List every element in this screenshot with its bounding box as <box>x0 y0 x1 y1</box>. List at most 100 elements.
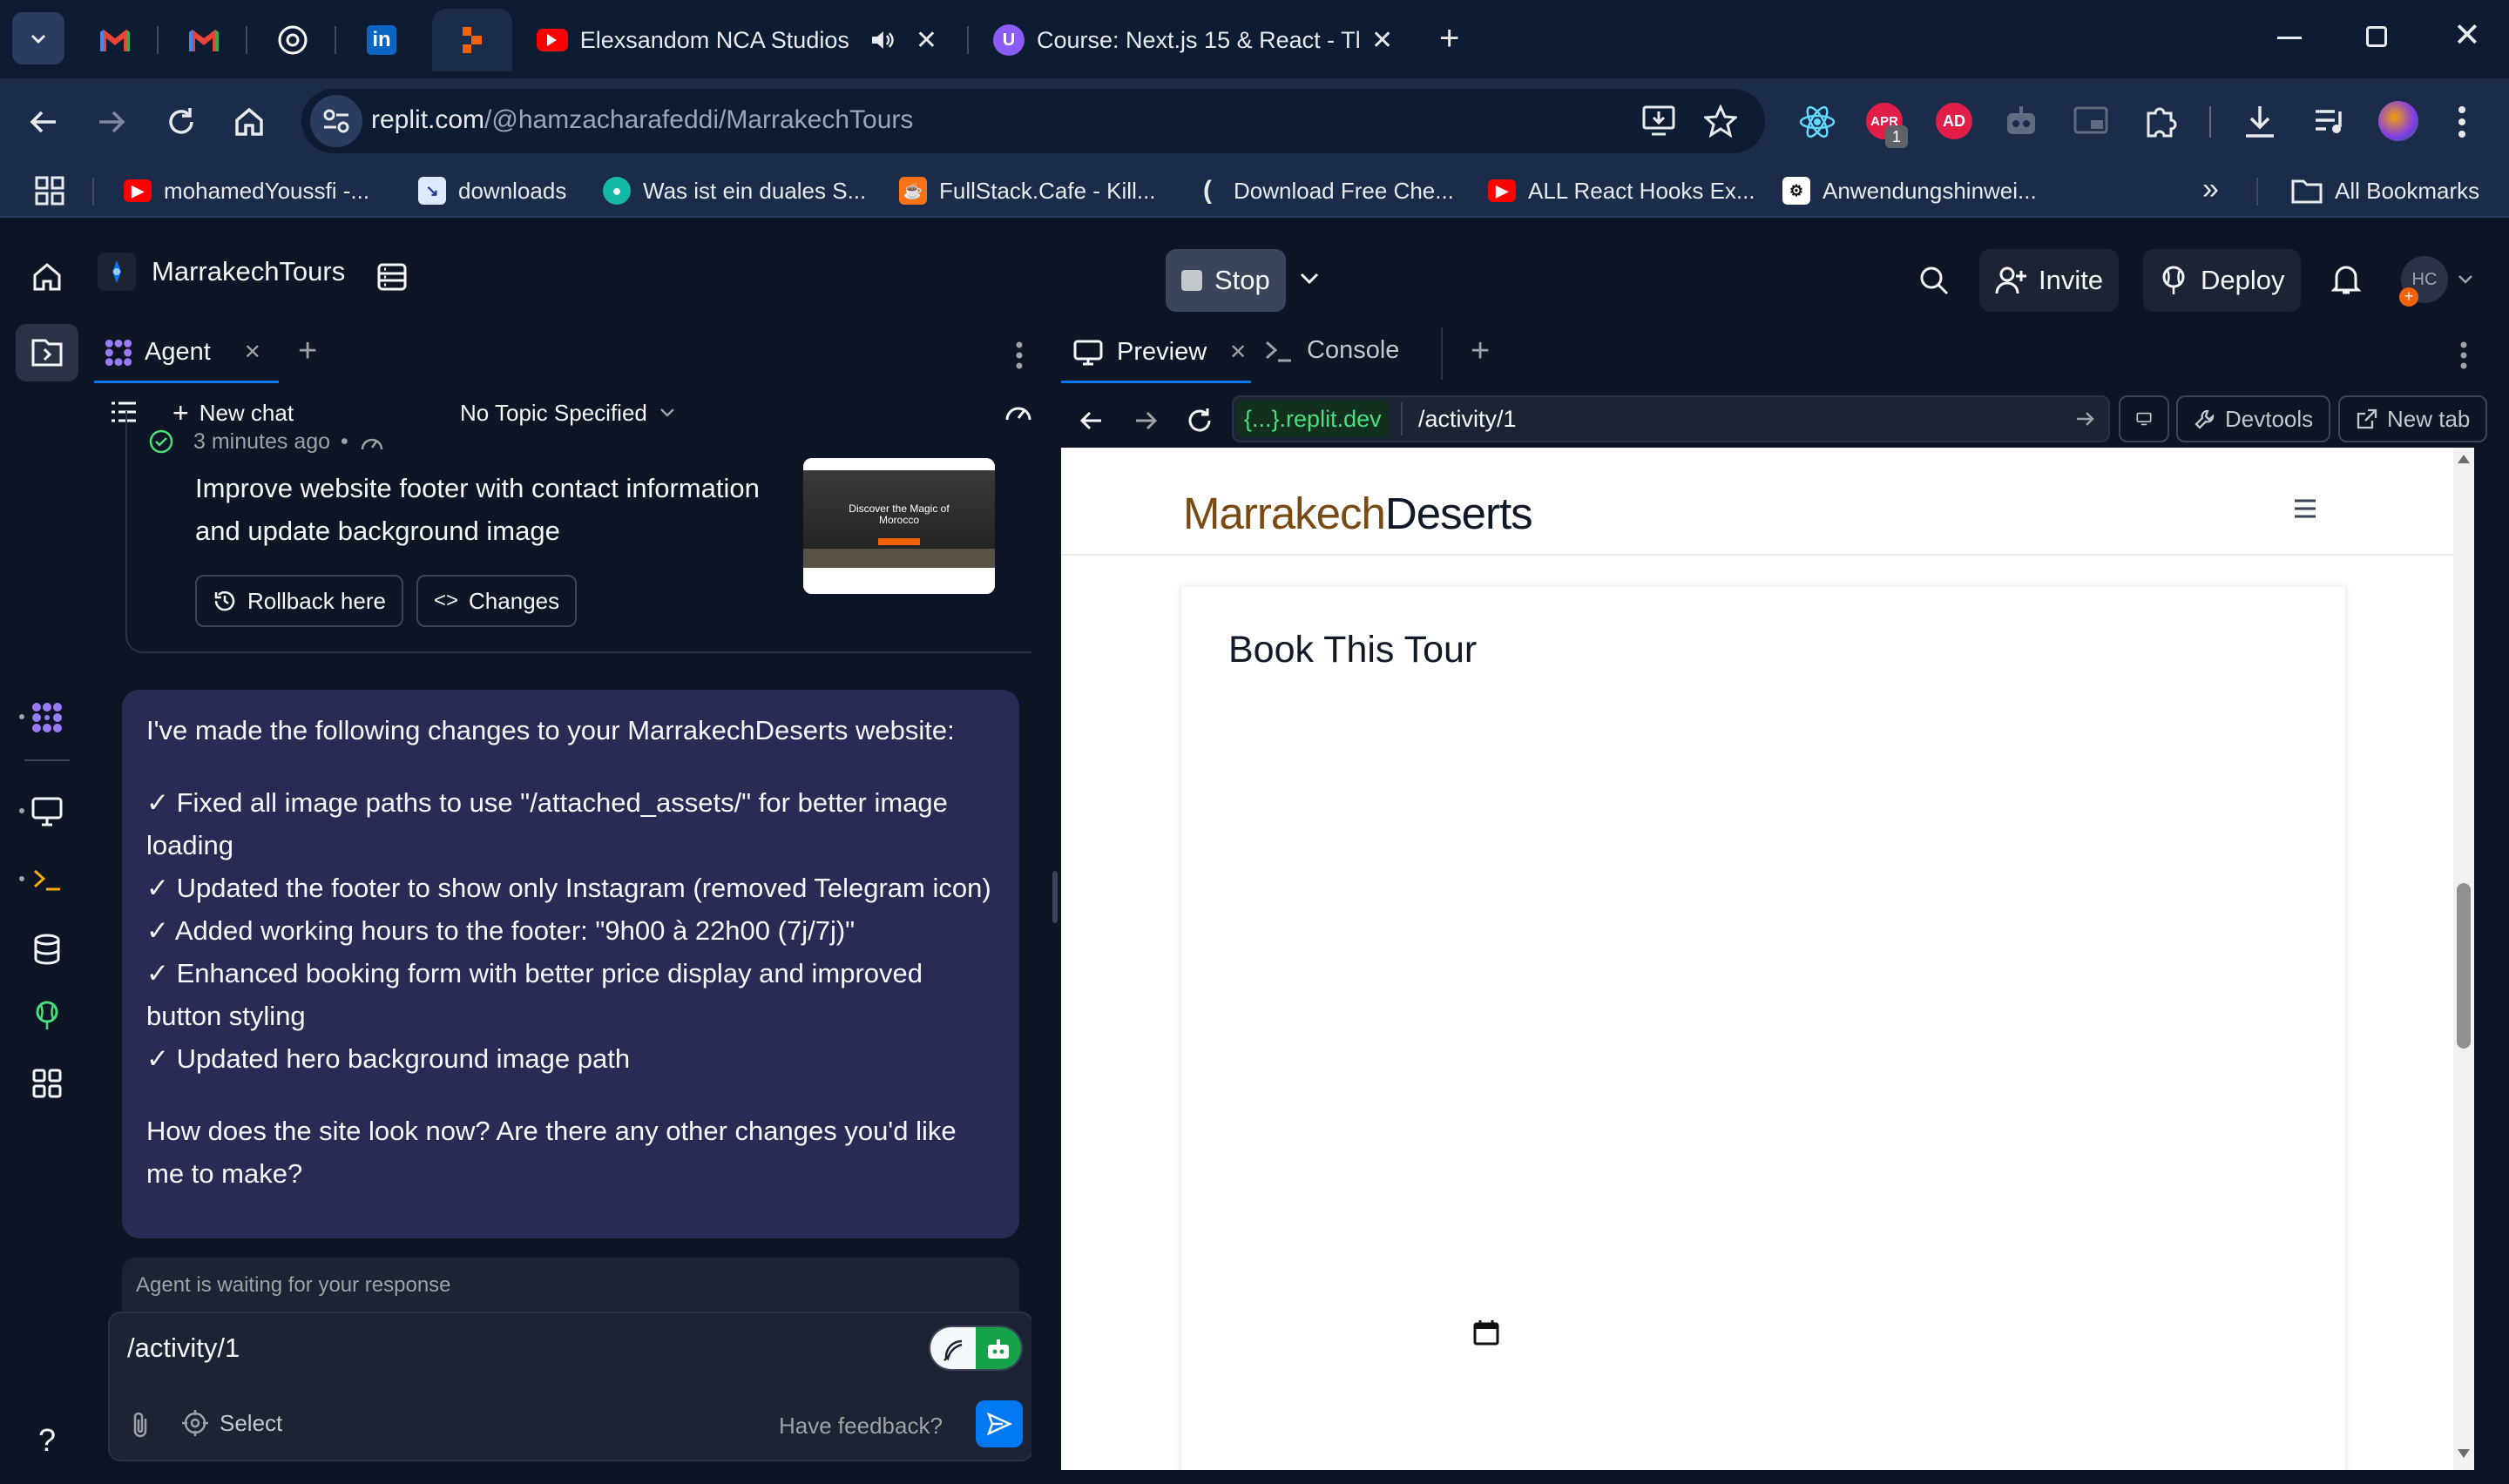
close-window-button[interactable]: ✕ <box>2453 16 2481 55</box>
notifications-bell-icon[interactable] <box>2331 263 2361 296</box>
preview-tab[interactable]: Preview ✕ <box>1061 324 1251 383</box>
webview-scrollbar[interactable] <box>2453 448 2474 1470</box>
tab-youtube-elexsandom[interactable]: Elexsandom NCA Studios Se ✕ <box>519 9 955 71</box>
address-bar[interactable]: replit.com/@hamzacharafeddi/MarrakechTou… <box>301 89 1765 153</box>
close-icon[interactable]: ✕ <box>916 25 937 56</box>
new-tab-button[interactable]: New tab <box>2338 395 2488 442</box>
preview-forward-button[interactable] <box>1133 408 1159 434</box>
robot-extension-icon[interactable] <box>2004 105 2039 138</box>
speaker-icon <box>872 31 894 49</box>
add-tab-button[interactable]: + <box>1471 333 1490 370</box>
target-icon <box>182 1410 208 1436</box>
devtools-button[interactable]: Devtools <box>2176 395 2331 442</box>
reload-button[interactable] <box>164 105 199 139</box>
bookmark-star-icon[interactable] <box>1704 105 1737 138</box>
document-icon: ⚙ <box>1782 177 1810 205</box>
database-icon[interactable] <box>26 928 68 970</box>
send-button[interactable] <box>976 1400 1023 1447</box>
scroll-down-arrow-icon[interactable] <box>2458 1449 2470 1458</box>
downloads-icon[interactable] <box>2242 103 2277 139</box>
close-icon[interactable]: ✕ <box>1229 340 1247 365</box>
deploy-button[interactable]: Deploy <box>2143 249 2301 312</box>
extensions-puzzle-icon[interactable] <box>2143 103 2178 139</box>
tab-search-button[interactable] <box>12 12 64 64</box>
invite-button[interactable]: Invite <box>1979 249 2120 312</box>
minimize-button[interactable] <box>2277 37 2302 39</box>
install-app-icon[interactable] <box>1641 105 1676 138</box>
globe-icon: ● <box>603 177 631 205</box>
console-tab[interactable]: Console <box>1265 336 1399 365</box>
preview-reload-button[interactable] <box>1185 406 1214 435</box>
all-bookmarks-button[interactable]: All Bookmarks <box>2291 164 2479 218</box>
forward-button[interactable] <box>94 105 129 139</box>
profile-avatar[interactable] <box>2378 101 2418 141</box>
site-logo[interactable]: MarrakechDeserts <box>1183 488 1533 539</box>
scroll-up-arrow-icon[interactable] <box>2458 455 2470 463</box>
project-name-button[interactable]: MarrakechTours <box>98 253 345 291</box>
pane-resize-handle[interactable] <box>1052 871 1058 923</box>
close-icon[interactable]: ✕ <box>1371 25 1393 56</box>
checkpoint-thumbnail[interactable]: Discover the Magic of Morocco <box>803 458 995 594</box>
apps-icon[interactable] <box>35 176 64 206</box>
pinned-tab-chatgpt[interactable] <box>265 12 321 68</box>
agent-icon[interactable] <box>26 697 68 739</box>
run-options-chevron-icon[interactable] <box>1298 270 1321 287</box>
webview-icon[interactable] <box>26 791 68 833</box>
pane-menu-icon[interactable] <box>2460 341 2467 369</box>
restore-button[interactable] <box>2366 26 2387 47</box>
bookmark-item[interactable]: ⚙ Anwendungshinwei... <box>1782 164 2037 218</box>
pinned-tab-gmail-2[interactable] <box>176 12 232 68</box>
agent-tab[interactable]: Agent ✕ <box>94 324 279 383</box>
react-devtools-icon[interactable] <box>1798 103 1836 141</box>
attach-paperclip-icon[interactable] <box>129 1411 152 1440</box>
go-arrow-icon[interactable] <box>2075 409 2096 428</box>
home-icon[interactable] <box>31 261 63 293</box>
home-button[interactable] <box>232 105 267 139</box>
picture-in-picture-icon[interactable] <box>2073 106 2108 136</box>
pinned-tab-linkedin[interactable]: in <box>354 12 409 68</box>
feedback-link[interactable]: Have feedback? <box>779 1413 943 1440</box>
rollback-button[interactable]: Rollback here <box>195 575 403 627</box>
agent-model-toggle[interactable] <box>929 1325 1023 1371</box>
calendar-icon[interactable] <box>1472 1319 1500 1346</box>
hamburger-menu-icon[interactable] <box>2293 498 2317 519</box>
url-path-input[interactable]: /activity/1 <box>1418 406 1517 433</box>
stop-button[interactable]: Stop <box>1166 249 1286 312</box>
agent-prompt-input[interactable]: /activity/1 <box>127 1332 894 1364</box>
file-tree-toggle-button[interactable] <box>16 324 78 381</box>
site-settings-icon[interactable] <box>310 95 362 147</box>
files-icon[interactable] <box>376 261 408 293</box>
pinned-tab-replit[interactable] <box>432 9 512 71</box>
preview-url-bar[interactable]: {...}.replit.dev /activity/1 <box>1232 395 2110 442</box>
device-preview-button[interactable] <box>2119 395 2169 442</box>
scrollbar-thumb[interactable] <box>2457 883 2471 1049</box>
new-tab-button[interactable]: + <box>1439 19 1459 58</box>
back-button[interactable] <box>26 105 61 139</box>
checkpoint-title: Improve website footer with contact info… <box>195 473 760 546</box>
gmail-icon <box>189 30 219 51</box>
preview-back-button[interactable] <box>1079 408 1105 434</box>
pinned-tab-gmail-1[interactable] <box>87 12 143 68</box>
search-icon[interactable] <box>1918 265 1950 296</box>
close-icon[interactable]: ✕ <box>244 340 261 365</box>
media-controls-icon[interactable] <box>2312 105 2347 138</box>
help-icon[interactable]: ? <box>26 1420 68 1461</box>
bookmark-item[interactable]: ▶ ALL React Hooks Ex... <box>1488 164 1755 218</box>
deployments-icon[interactable] <box>26 995 68 1036</box>
bookmark-item[interactable]: ( Download Free Che... <box>1194 164 1454 218</box>
youtube-icon: ▶ <box>124 179 152 202</box>
bookmark-item[interactable]: ▶ mohamedYoussfi -... <box>124 164 369 218</box>
shell-icon[interactable] <box>26 859 68 901</box>
all-tools-grid-icon[interactable] <box>26 1062 68 1104</box>
adblock-icon[interactable]: AD <box>1936 103 1972 139</box>
pane-menu-icon[interactable] <box>1016 341 1023 369</box>
chrome-menu-icon[interactable] <box>2457 105 2467 139</box>
more-bookmarks-button[interactable]: » <box>2202 172 2219 206</box>
select-element-button[interactable]: Select <box>181 1409 282 1437</box>
bookmark-item[interactable]: ↘ downloads <box>418 164 566 218</box>
changes-button[interactable]: <> Changes <box>416 575 578 627</box>
bookmark-item[interactable]: ● Was ist ein duales S... <box>603 164 866 218</box>
tab-course-nextjs[interactable]: U Course: Next.js 15 & React - The ✕ <box>976 9 1411 71</box>
bookmark-item[interactable]: ☕ FullStack.Cafe - Kill... <box>899 164 1156 218</box>
add-tab-button[interactable]: + <box>298 333 317 370</box>
